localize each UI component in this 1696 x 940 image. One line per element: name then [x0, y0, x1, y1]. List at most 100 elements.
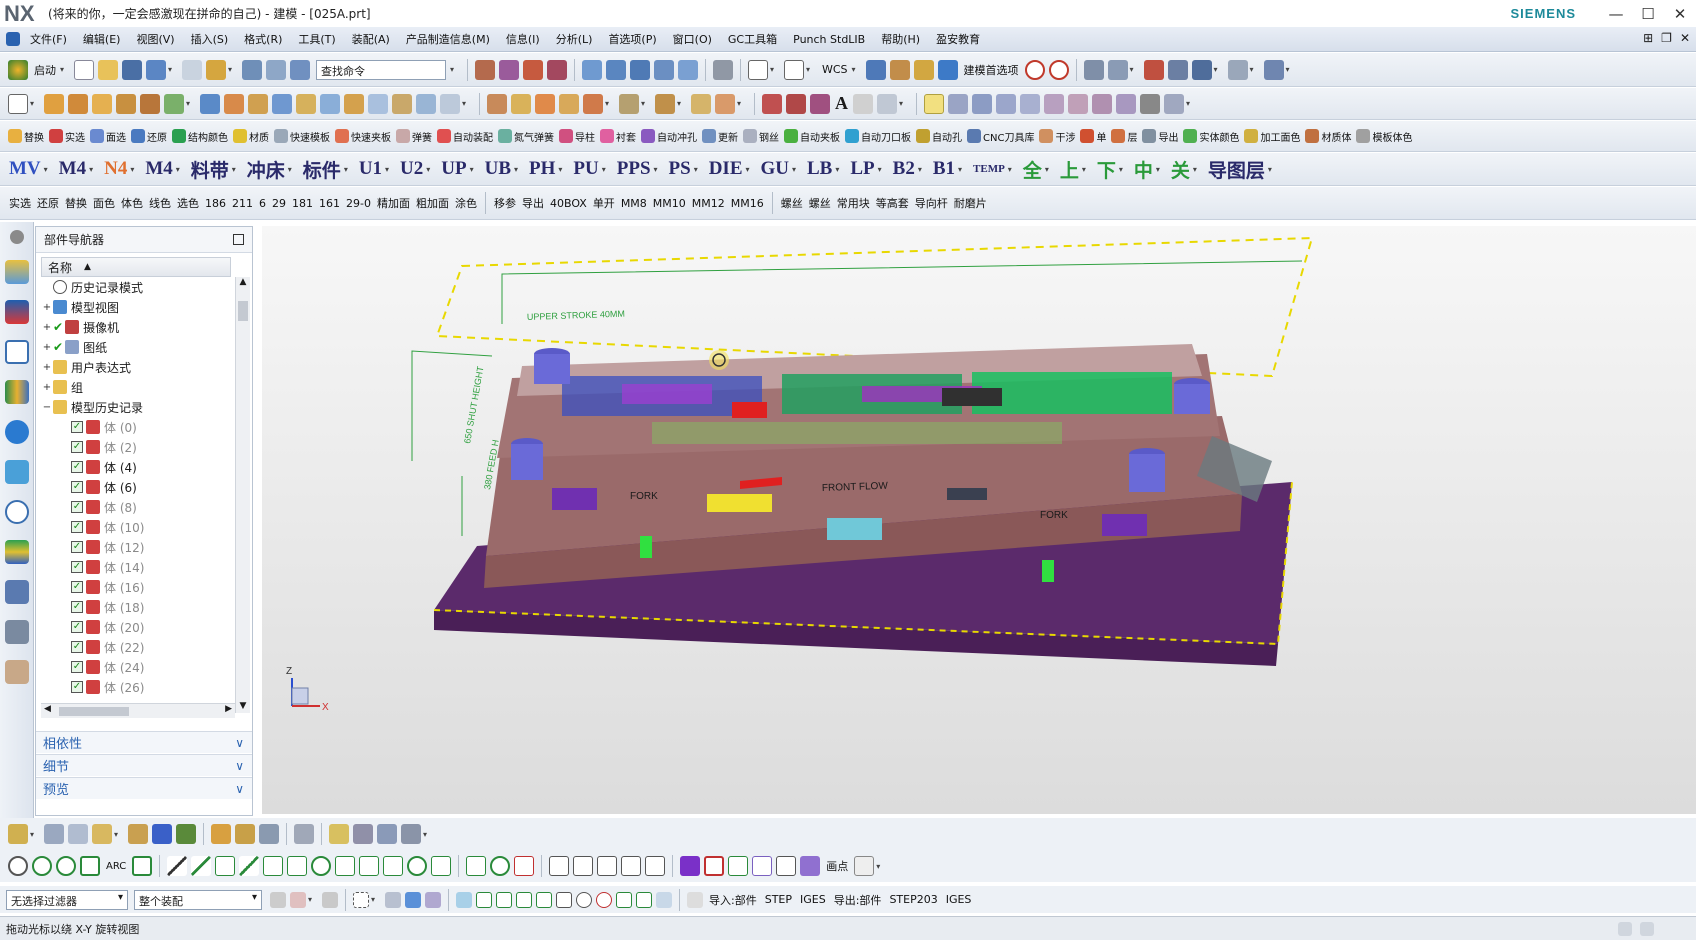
curve-network-icon[interactable] — [1044, 93, 1064, 114]
ribbon-toggle-icon[interactable]: ⊞ — [1643, 31, 1653, 45]
visibility-checkbox[interactable]: ✓ — [71, 641, 83, 653]
move-icon[interactable] — [1191, 59, 1212, 80]
menu-item-1[interactable]: 编辑(E) — [75, 31, 129, 47]
expand-toggle[interactable]: + — [41, 302, 53, 313]
plate-button-8[interactable]: U2 — [400, 158, 423, 180]
tree-row[interactable]: + 用户表达式 — [41, 357, 229, 377]
tree-row[interactable]: + 组 — [41, 377, 229, 397]
plate-button-23[interactable]: 上 — [1060, 156, 1079, 183]
import-iges-button[interactable]: IGES — [800, 893, 826, 906]
assembly-tools-icon[interactable] — [401, 824, 421, 844]
custom-tool-button-16[interactable]: 自动夹板 — [800, 129, 840, 144]
quick-command-3[interactable]: 面色 — [93, 195, 115, 211]
edit-object-icon[interactable] — [242, 59, 262, 80]
assembly-load-icon[interactable] — [8, 824, 28, 844]
trim-body-icon[interactable] — [392, 93, 412, 114]
constraint-navigator-icon[interactable] — [4, 300, 29, 324]
visibility-checkbox[interactable]: ✓ — [71, 581, 83, 593]
subtract-icon[interactable] — [224, 93, 244, 114]
menu-item-8[interactable]: 信息(I) — [498, 31, 548, 47]
custom-tool-button-5[interactable]: 材质 — [249, 129, 269, 144]
visibility-checkbox[interactable]: ✓ — [71, 541, 83, 553]
tree-row[interactable]: ✓ 体 (2) — [41, 437, 229, 457]
assembly-navigator-icon[interactable] — [4, 260, 29, 284]
mirror-icon[interactable] — [440, 93, 460, 114]
quick-command-28[interactable]: 等高套 — [876, 195, 909, 211]
bridge-curve-icon[interactable] — [1068, 93, 1088, 114]
snap-icon[interactable] — [1107, 59, 1128, 80]
arc-button[interactable]: ARC — [106, 861, 126, 872]
quick-command-25[interactable]: 螺丝 — [781, 195, 803, 211]
arc-tool-icon[interactable] — [786, 93, 806, 114]
navigator-vertical-scrollbar[interactable]: ▲ ▼ — [235, 277, 250, 713]
dim-icon[interactable] — [645, 856, 666, 876]
plate-button-13[interactable]: PPS — [617, 158, 651, 180]
tree-row[interactable]: ✓ 体 (24) — [41, 657, 229, 677]
minimize-button[interactable]: — — [1600, 0, 1632, 27]
solid-select-icon[interactable] — [405, 891, 421, 908]
snap-line-icon[interactable] — [496, 891, 512, 908]
custom-tool-button-18[interactable]: 自动孔 — [932, 129, 962, 144]
plate-button-10[interactable]: UB — [485, 158, 511, 180]
custom-tool-button-25[interactable]: 加工面色 — [1260, 129, 1300, 144]
custom-tool-button-1[interactable]: 实选 — [65, 129, 85, 144]
expand-toggle[interactable]: + — [41, 382, 53, 393]
quick-command-24[interactable]: MM16 — [731, 197, 764, 210]
details-section[interactable]: 细节 ∨ — [36, 754, 252, 776]
custom-tool-button-0[interactable]: 替换 — [24, 129, 44, 144]
move-component-icon[interactable] — [128, 824, 148, 844]
type-filter-select[interactable]: 无选择过滤器 — [6, 889, 128, 910]
custom-tool-button-26[interactable]: 材质体 — [1321, 129, 1351, 144]
visibility-checkbox[interactable]: ✓ — [71, 481, 83, 493]
custom-tool-button-20[interactable]: 干涉 — [1055, 129, 1075, 144]
plate-button-12[interactable]: PU — [573, 158, 598, 180]
circle-icon[interactable] — [1048, 59, 1069, 80]
plate-button-4[interactable]: 料带 — [191, 156, 229, 183]
polygon-icon[interactable] — [514, 856, 535, 876]
curve-icon[interactable] — [499, 59, 519, 80]
grid-icon[interactable] — [1083, 59, 1104, 80]
plate-button-0[interactable]: MV — [9, 158, 41, 180]
snap-arc-icon[interactable] — [516, 891, 532, 908]
view-front-icon[interactable] — [582, 59, 602, 80]
menu-item-11[interactable]: 窗口(O) — [665, 31, 720, 47]
sort-ascending-icon[interactable]: ▲ — [84, 262, 91, 272]
wcs-dropdown[interactable]: WCS — [822, 63, 848, 76]
plate-button-27[interactable]: 导图层 — [1208, 156, 1265, 183]
rectangle-select-icon[interactable] — [353, 891, 369, 908]
custom-tool-button-21[interactable]: 单 — [1096, 129, 1106, 144]
quick-command-20[interactable]: 单开 — [593, 195, 615, 211]
delete-face-icon[interactable] — [535, 93, 555, 114]
snap-on-curve-icon[interactable] — [636, 891, 652, 908]
extrude-icon[interactable] — [44, 93, 64, 114]
new-component-icon[interactable] — [68, 824, 88, 844]
custom-tool-button-19[interactable]: CNC刀具库 — [983, 129, 1034, 144]
quick-command-6[interactable]: 选色 — [177, 195, 199, 211]
dimension-icon[interactable] — [1263, 59, 1284, 80]
new-file-icon[interactable] — [74, 59, 94, 80]
circle-3pt-icon[interactable] — [56, 856, 76, 876]
quick-command-19[interactable]: 40BOX — [550, 197, 587, 210]
web-browser-icon[interactable] — [4, 460, 29, 484]
custom-tool-button-14[interactable]: 更新 — [718, 129, 738, 144]
start-icon[interactable] — [8, 59, 28, 80]
unite-icon[interactable] — [200, 93, 220, 114]
snap-tangent-icon[interactable] — [536, 891, 552, 908]
plate-button-21[interactable]: TEMP — [973, 163, 1005, 175]
save-icon[interactable] — [122, 59, 142, 80]
custom-tool-button-17[interactable]: 自动刀口板 — [861, 129, 911, 144]
custom-tool-button-27[interactable]: 模板体色 — [1372, 129, 1412, 144]
layer-icon[interactable] — [713, 59, 733, 80]
project-curve-icon[interactable] — [877, 93, 897, 114]
sketch-rect-icon[interactable] — [8, 93, 28, 114]
expand-toggle[interactable]: + — [41, 342, 53, 353]
custom-tool-button-6[interactable]: 快速模板 — [290, 129, 330, 144]
boss-icon[interactable] — [164, 93, 184, 114]
measure-distance-icon[interactable] — [889, 59, 910, 80]
custom-tool-button-24[interactable]: 实体颜色 — [1199, 129, 1239, 144]
quick-command-10[interactable]: 29 — [272, 197, 286, 210]
circle-target-icon[interactable] — [1024, 59, 1045, 80]
wave-icon[interactable] — [752, 856, 773, 876]
pin-icon[interactable] — [233, 234, 244, 245]
undo-icon[interactable] — [146, 59, 166, 80]
